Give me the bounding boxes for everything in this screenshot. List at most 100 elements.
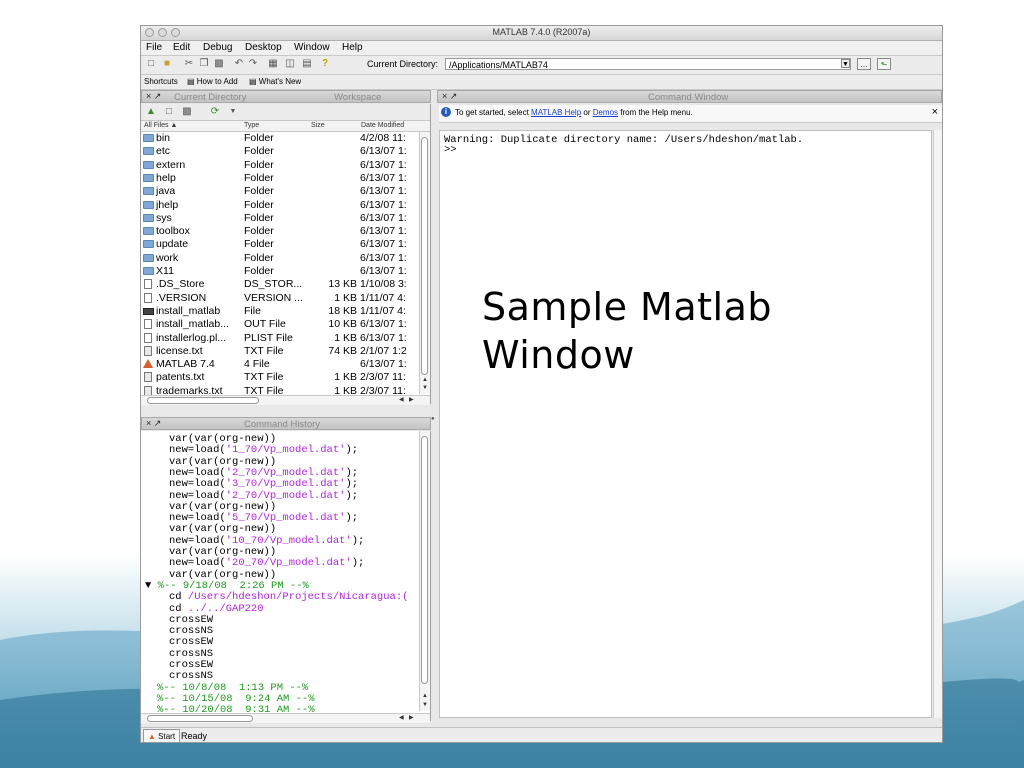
history-entry[interactable]: var(var(org-new)) <box>169 456 276 468</box>
guide-icon[interactable]: ◫ <box>284 58 296 70</box>
file-row[interactable]: toolbox Folder 6/13/07 1: <box>141 225 419 238</box>
paste-icon[interactable]: ▩ <box>213 58 225 70</box>
demos-link[interactable]: Demos <box>593 108 618 117</box>
history-entry[interactable]: cd /Users/hdeshon/Projects/Nicaragua:( <box>169 591 408 603</box>
column-type[interactable]: Type <box>244 122 259 129</box>
new-file-icon[interactable]: □ <box>145 58 157 70</box>
file-row[interactable]: bin Folder 4/2/08 11: <box>141 132 419 145</box>
up-directory-button[interactable]: ⬑ <box>877 58 891 70</box>
history-entry[interactable]: crossNS <box>169 648 213 660</box>
menu-window[interactable]: Window <box>294 42 330 53</box>
history-entry[interactable]: ▼ %-- 9/18/08 2:26 PM --% <box>145 580 309 592</box>
history-entry[interactable]: crossEW <box>169 659 213 671</box>
up-folder-icon[interactable]: ▲ <box>145 106 157 118</box>
close-tip-icon[interactable]: × <box>932 106 938 118</box>
shortcuts-label[interactable]: Shortcuts <box>144 77 178 86</box>
shortcut-whats-new[interactable]: ▤ What's New <box>249 77 301 86</box>
scroll-left-arrow-icon[interactable]: ◀ <box>399 397 404 404</box>
help-icon[interactable]: ? <box>319 58 331 70</box>
history-vertical-scrollbar[interactable]: ▲ ▼ <box>419 431 430 711</box>
history-entry[interactable]: new=load('2_70/Vp_model.dat'); <box>169 490 358 502</box>
column-date-modified[interactable]: Date Modified <box>361 122 404 129</box>
file-row[interactable]: installerlog.pl... PLIST File 1 KB 6/13/07 … <box>141 332 419 345</box>
history-entry[interactable]: %-- 10/8/08 1:13 PM --% <box>157 682 308 694</box>
new-folder-icon[interactable]: □ <box>163 106 175 118</box>
refresh-icon[interactable]: ⟳ <box>209 106 221 118</box>
history-entry[interactable]: new=load('3_70/Vp_model.dat'); <box>169 478 358 490</box>
history-entry[interactable]: var(var(org-new)) <box>169 546 276 558</box>
file-list-horizontal-scrollbar[interactable]: ◀ ▶ <box>141 395 430 405</box>
file-row[interactable]: java Folder 6/13/07 1: <box>141 185 419 198</box>
history-entry[interactable]: var(var(org-new)) <box>169 433 276 445</box>
close-pane-icon[interactable]: × ↗ <box>146 91 161 102</box>
command-window-console[interactable]: Warning: Duplicate directory name: /User… <box>439 130 932 718</box>
profiler-icon[interactable]: ▤ <box>301 58 313 70</box>
file-row[interactable]: MATLAB 7.4 4 File 6/13/07 1: <box>141 358 419 371</box>
history-entry[interactable]: var(var(org-new)) <box>169 569 276 581</box>
history-entry[interactable]: new=load('5_70/Vp_model.dat'); <box>169 512 358 524</box>
scroll-down-arrow-icon[interactable]: ▼ <box>422 385 428 392</box>
open-folder-icon[interactable]: ■ <box>161 58 173 70</box>
pane-resize-handle[interactable]: ● <box>431 416 435 422</box>
history-entry[interactable]: crossNS <box>169 670 213 682</box>
history-scroll-up-arrow-icon[interactable]: ▲ <box>422 693 428 700</box>
close-command-window-icon[interactable]: × ↗ <box>442 91 457 102</box>
simulink-icon[interactable]: ▦ <box>267 58 279 70</box>
cut-icon[interactable]: ✂ <box>183 58 195 70</box>
history-entry[interactable]: new=load('20_70/Vp_model.dat'); <box>169 557 364 569</box>
copy-icon[interactable]: ❐ <box>198 58 210 70</box>
history-entry[interactable]: var(var(org-new)) <box>169 523 276 535</box>
file-row[interactable]: extern Folder 6/13/07 1: <box>141 159 419 172</box>
menu-desktop[interactable]: Desktop <box>245 42 282 53</box>
file-row[interactable]: help Folder 6/13/07 1: <box>141 172 419 185</box>
current-directory-field[interactable]: /Applications/MATLAB74 <box>445 58 851 70</box>
menu-help[interactable]: Help <box>342 42 363 53</box>
close-history-pane-icon[interactable]: × ↗ <box>146 418 161 429</box>
history-scroll-right-arrow-icon[interactable]: ▶ <box>409 715 414 722</box>
file-list-vertical-scrollbar[interactable]: ▲ ▼ <box>419 132 430 394</box>
history-entry[interactable]: var(var(org-new)) <box>169 501 276 513</box>
file-row[interactable]: license.txt TXT File 74 KB 2/1/07 1:2 <box>141 345 419 358</box>
matlab-help-link[interactable]: MATLAB Help <box>531 108 581 117</box>
file-row[interactable]: update Folder 6/13/07 1: <box>141 238 419 251</box>
menu-debug[interactable]: Debug <box>203 42 232 53</box>
history-horizontal-scrollbar[interactable]: ◀ ▶ <box>141 713 430 723</box>
column-size[interactable]: Size <box>311 122 325 129</box>
tab-workspace[interactable]: Workspace <box>334 92 381 103</box>
history-entry[interactable]: crossNS <box>169 625 213 637</box>
scroll-up-arrow-icon[interactable]: ▲ <box>422 377 428 384</box>
start-button[interactable]: ▲ Start <box>143 729 181 742</box>
file-row[interactable]: jhelp Folder 6/13/07 1: <box>141 199 419 212</box>
menu-file[interactable]: File <box>146 42 162 53</box>
history-hscroll-thumb[interactable] <box>147 715 253 722</box>
menu-edit[interactable]: Edit <box>173 42 190 53</box>
history-scroll-left-arrow-icon[interactable]: ◀ <box>399 715 404 722</box>
redo-icon[interactable]: ↷ <box>247 58 259 70</box>
scroll-right-arrow-icon[interactable]: ▶ <box>409 397 414 404</box>
history-entry[interactable]: crossEW <box>169 636 213 648</box>
column-all-files[interactable]: All Files ▲ <box>144 122 177 129</box>
undo-icon[interactable]: ↶ <box>233 58 245 70</box>
history-entry[interactable]: cd ../../GAP220 <box>169 603 264 615</box>
command-window-scrollbar[interactable] <box>933 130 942 718</box>
file-row[interactable]: patents.txt TXT File 1 KB 2/3/07 11: <box>141 371 419 384</box>
history-entry[interactable]: new=load('10_70/Vp_model.dat'); <box>169 535 364 547</box>
history-entry[interactable]: crossEW <box>169 614 213 626</box>
file-row[interactable]: etc Folder 6/13/07 1: <box>141 145 419 158</box>
file-row[interactable]: work Folder 6/13/07 1: <box>141 252 419 265</box>
history-scroll-down-arrow-icon[interactable]: ▼ <box>422 702 428 709</box>
file-row[interactable]: .DS_Store DS_STOR... 13 KB 1/10/08 3: <box>141 278 419 291</box>
history-scroll-thumb[interactable] <box>421 436 428 684</box>
file-list-scroll-thumb[interactable] <box>421 137 428 375</box>
file-row[interactable]: install_matlab... OUT File 10 KB 6/13/07 1: <box>141 318 419 331</box>
current-directory-dropdown-icon[interactable]: ▼ <box>841 59 850 68</box>
file-list-hscroll-thumb[interactable] <box>147 397 259 404</box>
browse-directory-button[interactable]: ... <box>857 58 871 70</box>
console-prompt[interactable]: >> <box>444 144 457 156</box>
file-row[interactable]: X11 Folder 6/13/07 1: <box>141 265 419 278</box>
shortcut-how-to-add[interactable]: ▤ How to Add <box>187 77 238 86</box>
file-row[interactable]: install_matlab File 18 KB 1/11/07 4: <box>141 305 419 318</box>
history-entry[interactable]: new=load('2_70/Vp_model.dat'); <box>169 467 358 479</box>
history-entry[interactable]: new=load('1_70/Vp_model.dat'); <box>169 444 358 456</box>
tab-current-directory[interactable]: Current Directory <box>174 92 246 103</box>
